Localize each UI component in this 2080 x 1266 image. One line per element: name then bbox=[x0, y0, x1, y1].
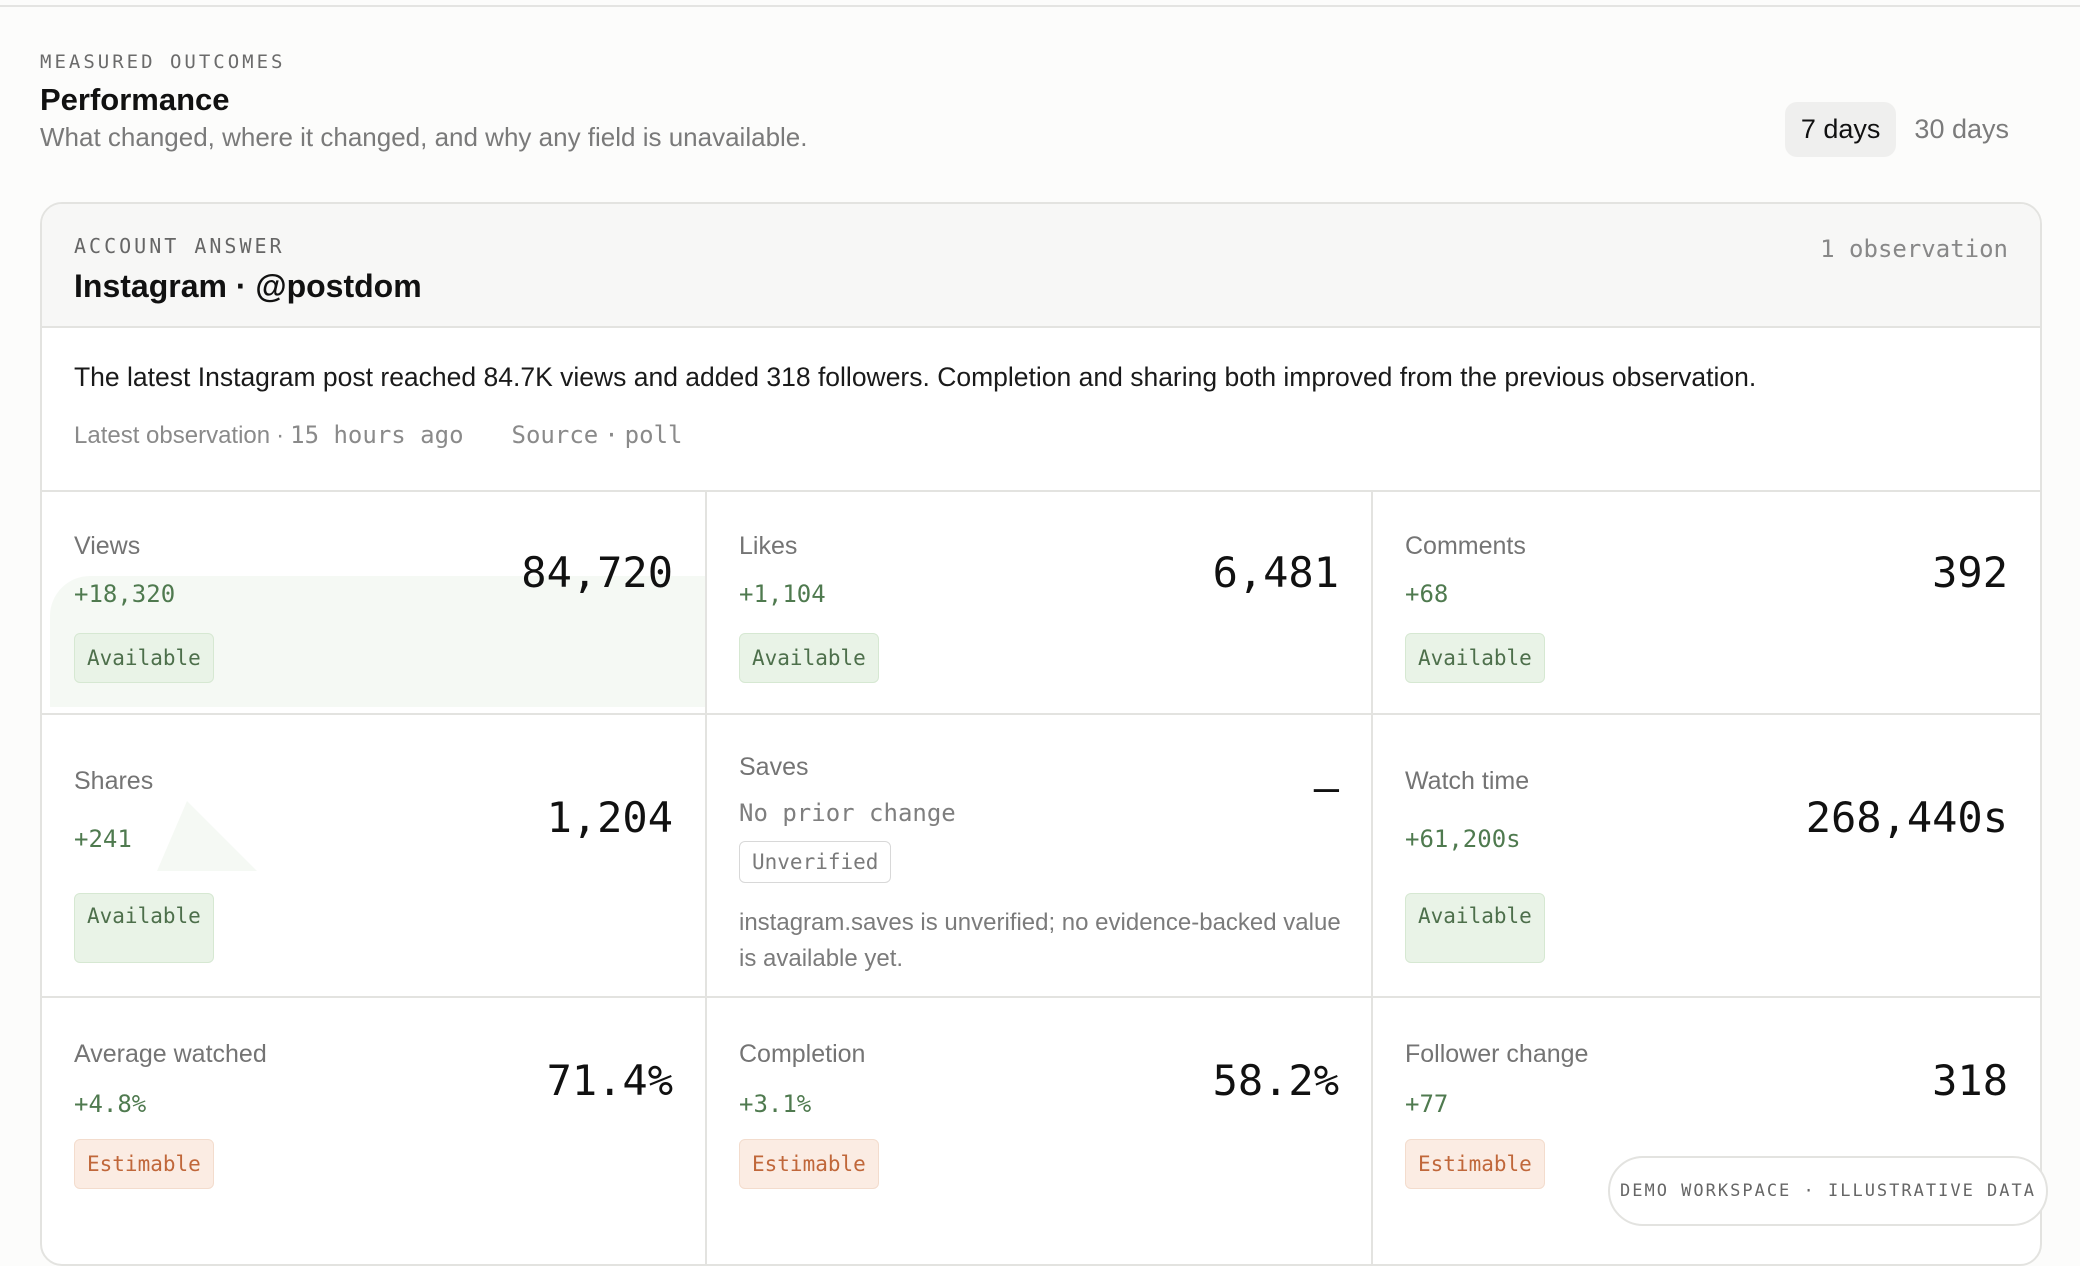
metric-delta: No prior change bbox=[739, 799, 956, 827]
observation-meta: Latest observation · 15 hours ago Source… bbox=[74, 421, 682, 450]
status-badge: Estimable bbox=[1405, 1139, 1545, 1189]
metric-value: 1,204 bbox=[546, 793, 673, 842]
sparkline-ghost bbox=[157, 801, 257, 871]
range-7-days-button[interactable]: 7 days bbox=[1784, 102, 1897, 157]
observation-count: 1 observation bbox=[1820, 235, 2008, 263]
metric-delta: +241 bbox=[74, 825, 132, 853]
page-subtitle: What changed, where it changed, and why … bbox=[40, 122, 808, 152]
status-badge: Available bbox=[739, 633, 879, 683]
status-badge: Estimable bbox=[74, 1139, 214, 1189]
status-badge: Available bbox=[1405, 893, 1545, 963]
page-title: Performance bbox=[40, 82, 230, 117]
account-summary: The latest Instagram post reached 84.7K … bbox=[42, 328, 2040, 492]
metric-label: Average watched bbox=[74, 1040, 267, 1068]
source-value: poll bbox=[624, 421, 683, 449]
meta-separator: · bbox=[604, 421, 619, 449]
metric-card-watch-time: Watch time +61,200s 268,440s Available bbox=[1373, 715, 2040, 998]
account-card: ACCOUNT ANSWER Instagram · @postdom 1 ob… bbox=[40, 202, 2042, 1266]
metric-label: Saves bbox=[739, 753, 809, 781]
range-toggle: 7 days 30 days bbox=[1784, 102, 2025, 157]
metric-label: Comments bbox=[1405, 532, 1526, 560]
account-card-header: ACCOUNT ANSWER Instagram · @postdom 1 ob… bbox=[42, 204, 2040, 328]
metric-value: 58.2% bbox=[1212, 1056, 1339, 1105]
latest-observation-label: Latest observation bbox=[74, 422, 271, 449]
status-badge: Available bbox=[74, 893, 214, 963]
status-badge: Estimable bbox=[739, 1139, 879, 1189]
metric-value: 6,481 bbox=[1212, 548, 1339, 597]
metric-grid: Views +18,320 84,720 Available Likes +1,… bbox=[42, 492, 2040, 1264]
metric-label: Views bbox=[74, 532, 141, 560]
account-title: Instagram · @postdom bbox=[74, 268, 422, 304]
metric-delta: +4.8% bbox=[74, 1090, 147, 1118]
section-eyebrow: MEASURED OUTCOMES bbox=[40, 51, 286, 73]
source-label: Source bbox=[511, 421, 599, 449]
metric-value: 318 bbox=[1932, 1056, 2008, 1105]
metric-card-shares: Shares +241 1,204 Available bbox=[42, 715, 707, 998]
status-badge: Available bbox=[1405, 633, 1545, 683]
metric-label: Watch time bbox=[1405, 767, 1530, 795]
metric-delta: +18,320 bbox=[74, 580, 176, 608]
latest-observation-value: 15 hours ago bbox=[290, 421, 464, 449]
top-divider bbox=[0, 0, 2080, 7]
metric-delta: +3.1% bbox=[739, 1090, 812, 1118]
summary-text: The latest Instagram post reached 84.7K … bbox=[74, 362, 1757, 392]
metric-delta: +1,104 bbox=[739, 580, 826, 608]
status-badge: Unverified bbox=[739, 841, 892, 883]
metric-value: 84,720 bbox=[521, 548, 673, 597]
metric-value: — bbox=[1313, 763, 1339, 812]
unavailable-note: instagram.saves is unverified; no eviden… bbox=[739, 909, 1341, 972]
metric-label: Likes bbox=[739, 532, 798, 560]
metric-value: 392 bbox=[1932, 548, 2008, 597]
demo-workspace-badge: DEMO WORKSPACE · ILLUSTRATIVE DATA bbox=[1608, 1156, 2048, 1226]
metric-card-average-watched: Average watched +4.8% 71.4% Estimable bbox=[42, 998, 707, 1264]
status-badge: Available bbox=[74, 633, 214, 683]
range-30-days-button[interactable]: 30 days bbox=[1898, 102, 2025, 157]
metric-card-completion: Completion +3.1% 58.2% Estimable bbox=[707, 998, 1373, 1264]
metric-delta: +77 bbox=[1405, 1090, 1449, 1118]
metric-label: Follower change bbox=[1405, 1040, 1589, 1068]
meta-separator: · bbox=[276, 422, 285, 449]
account-eyebrow: ACCOUNT ANSWER bbox=[74, 234, 285, 258]
metric-label: Shares bbox=[74, 767, 154, 795]
metric-card-comments: Comments +68 392 Available bbox=[1373, 492, 2040, 715]
metric-card-views: Views +18,320 84,720 Available bbox=[42, 492, 707, 715]
metric-card-likes: Likes +1,104 6,481 Available bbox=[707, 492, 1373, 715]
metric-value: 71.4% bbox=[546, 1056, 673, 1105]
metric-value: 268,440s bbox=[1805, 793, 2008, 842]
metric-card-saves: Saves No prior change — Unverified insta… bbox=[707, 715, 1373, 998]
page: MEASURED OUTCOMES Performance What chang… bbox=[0, 0, 2080, 1266]
metric-label: Completion bbox=[739, 1040, 866, 1068]
metric-delta: +68 bbox=[1405, 580, 1449, 608]
metric-delta: +61,200s bbox=[1405, 825, 1521, 853]
